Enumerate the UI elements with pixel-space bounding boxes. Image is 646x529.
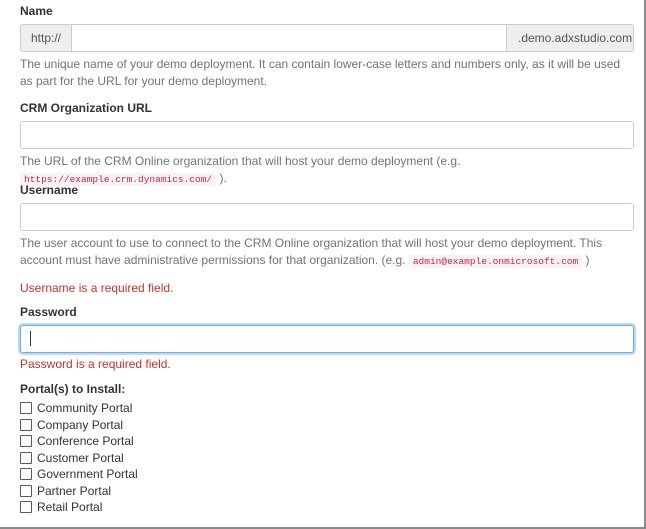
portal-checkbox[interactable] [20, 435, 32, 448]
name-label: Name [20, 4, 53, 18]
crm-url-group: CRM Organization URL The URL of the CRM … [20, 100, 634, 188]
portal-checkbox[interactable] [20, 484, 32, 497]
password-group: Password Password is a required field. [20, 304, 634, 372]
portal-checkbox[interactable] [20, 418, 32, 431]
text-cursor [30, 331, 31, 346]
portal-option-label: Community Portal [37, 401, 133, 416]
crm-url-help-text: The URL of the CRM Online organization t… [20, 154, 461, 168]
portal-checkbox[interactable] [20, 451, 32, 464]
portal-option[interactable]: Retail Portal [20, 499, 634, 516]
form-window: Name http:// .demo.adxstudio.com The uni… [0, 0, 646, 529]
password-label: Password [20, 305, 77, 319]
url-suffix-addon: .demo.adxstudio.com [507, 24, 634, 52]
name-group: Name http:// .demo.adxstudio.com The uni… [20, 3, 634, 90]
portal-checkbox[interactable] [20, 501, 32, 514]
password-input[interactable] [20, 325, 634, 353]
crm-url-label: CRM Organization URL [20, 101, 152, 115]
portal-option[interactable]: Government Portal [20, 466, 634, 483]
portal-checkbox[interactable] [20, 468, 32, 481]
name-input[interactable] [71, 24, 507, 52]
portals-label: Portal(s) to Install: [20, 382, 126, 396]
portal-option[interactable]: Company Portal [20, 417, 634, 434]
username-help: The user account to use to connect to th… [20, 235, 634, 270]
username-label: Username [20, 183, 79, 197]
portal-checkbox[interactable] [20, 402, 32, 415]
portal-list: Community Portal Company Portal Conference… [20, 400, 634, 516]
portal-option[interactable]: Community Portal [20, 400, 634, 417]
portal-option-label: Conference Portal [37, 434, 134, 449]
portal-option[interactable]: Conference Portal [20, 433, 634, 450]
username-help-end: ) [582, 253, 590, 267]
portal-option-label: Customer Portal [37, 450, 124, 465]
name-input-group: http:// .demo.adxstudio.com [20, 24, 634, 52]
portal-option-label: Company Portal [37, 417, 124, 432]
username-group: Username The user account to use to conn… [20, 182, 634, 296]
url-prefix-addon: http:// [20, 24, 71, 52]
crm-url-input[interactable] [20, 121, 634, 149]
portals-group: Portal(s) to Install: Community Portal Co… [20, 381, 634, 516]
username-input[interactable] [20, 203, 634, 231]
password-wrap [20, 325, 634, 353]
username-error: Username is a required field. [20, 281, 174, 295]
portal-option-label: Retail Portal [37, 500, 103, 515]
password-error: Password is a required field. [20, 357, 171, 371]
portal-option-label: Government Portal [37, 467, 138, 482]
username-example: admin@example.onmicrosoft.com [408, 255, 583, 268]
portal-option[interactable]: Partner Portal [20, 483, 634, 500]
portal-option-label: Partner Portal [37, 483, 112, 498]
name-help: The unique name of your demo deployment.… [20, 57, 621, 88]
portal-option[interactable]: Customer Portal [20, 450, 634, 467]
